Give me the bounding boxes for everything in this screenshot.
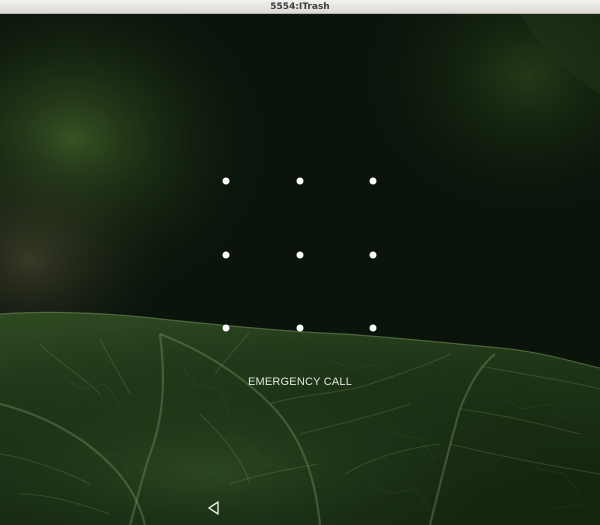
back-triangle-icon[interactable]: [206, 500, 222, 516]
pattern-dot-3[interactable]: [369, 177, 377, 185]
pattern-dot-2[interactable]: [296, 177, 304, 185]
emulator-window: 5554:ITrash EMERGENCY CALL: [0, 0, 600, 525]
pattern-dot-4[interactable]: [222, 251, 230, 259]
pattern-dot-9[interactable]: [369, 324, 377, 332]
window-title: 5554:ITrash: [270, 1, 330, 12]
window-titlebar[interactable]: 5554:ITrash: [0, 0, 600, 14]
pattern-dot-6[interactable]: [369, 251, 377, 259]
pattern-dot-7[interactable]: [222, 324, 230, 332]
emergency-call-label: EMERGENCY CALL: [247, 376, 353, 388]
lock-screen: EMERGENCY CALL: [0, 14, 600, 525]
pattern-lock-grid[interactable]: [0, 14, 600, 525]
pattern-dot-1[interactable]: [222, 177, 230, 185]
pattern-dot-5[interactable]: [296, 251, 304, 259]
pattern-dot-8[interactable]: [296, 324, 304, 332]
emergency-call-button[interactable]: EMERGENCY CALL: [0, 376, 600, 388]
